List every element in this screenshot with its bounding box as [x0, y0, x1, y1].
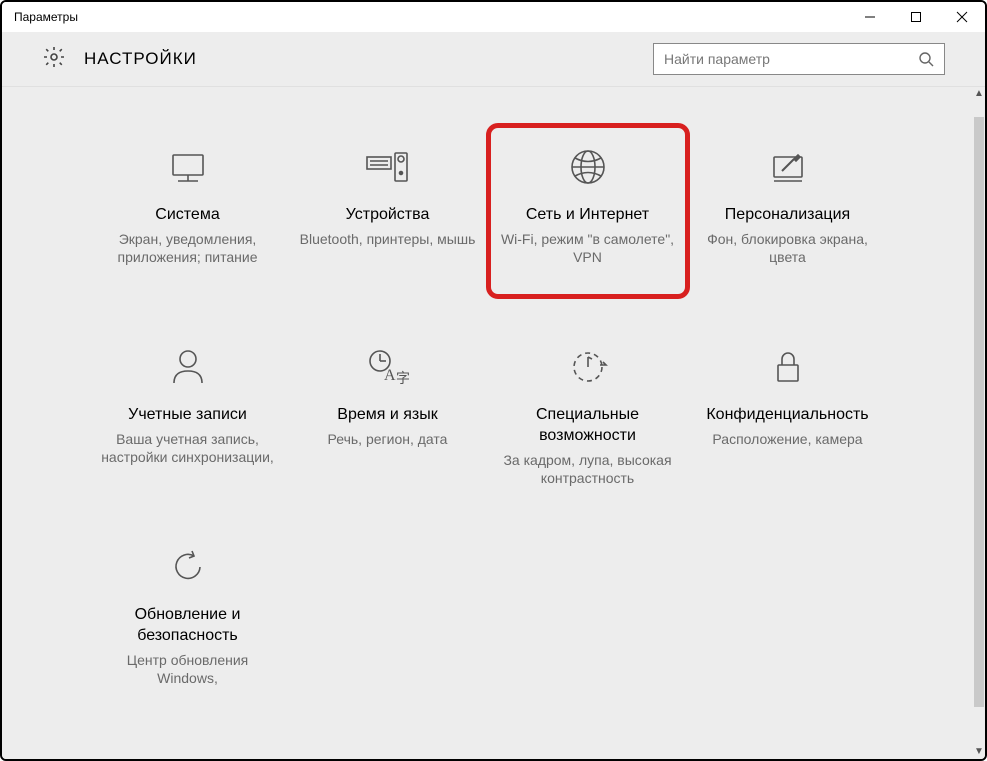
tile-title: Персонализация: [725, 205, 850, 226]
tile-title: Специальные возможности: [496, 405, 680, 447]
svg-text:A: A: [384, 367, 396, 384]
tile-title: Сеть и Интернет: [526, 205, 649, 226]
search-box[interactable]: [653, 43, 945, 75]
maximize-button[interactable]: [893, 2, 939, 31]
tile-title: Обновление и безопасность: [96, 605, 280, 647]
clock-lang-icon: A 字: [362, 337, 414, 397]
scroll-down-icon[interactable]: ▼: [973, 745, 985, 759]
header-left: НАСТРОЙКИ: [42, 45, 197, 74]
tile-desc: Расположение, камера: [712, 430, 862, 448]
devices-icon: [361, 137, 415, 197]
ease-icon: [564, 337, 612, 397]
window-controls: [847, 2, 985, 31]
tile-update[interactable]: Обновление и безопасность Центр обновлен…: [88, 527, 288, 717]
tile-personalization[interactable]: Персонализация Фон, блокировка экрана, ц…: [688, 127, 888, 317]
person-icon: [164, 337, 212, 397]
page-title: НАСТРОЙКИ: [84, 49, 197, 69]
tile-desc: Экран, уведомления, приложения; питание: [96, 230, 280, 266]
gear-icon: [42, 45, 66, 74]
titlebar: Параметры: [2, 2, 985, 32]
tile-desc: За кадром, лупа, высокая контрастность: [496, 451, 680, 487]
tile-desc: Речь, регион, дата: [328, 430, 448, 448]
tile-ease[interactable]: Специальные возможности За кадром, лупа,…: [488, 327, 688, 517]
tile-network[interactable]: Сеть и Интернет Wi-Fi, режим "в самолете…: [488, 127, 688, 317]
search-input[interactable]: [654, 44, 908, 74]
refresh-icon: [164, 537, 212, 597]
minimize-button[interactable]: [847, 2, 893, 31]
tile-title: Конфиденциальность: [706, 405, 868, 426]
globe-icon: [564, 137, 612, 197]
tile-title: Система: [155, 205, 219, 226]
tile-desc: Wi-Fi, режим "в самолете", VPN: [496, 230, 680, 266]
window-title: Параметры: [2, 10, 78, 24]
tile-title: Учетные записи: [128, 405, 247, 426]
tile-devices[interactable]: Устройства Bluetooth, принтеры, мышь: [288, 127, 488, 317]
tile-privacy[interactable]: Конфиденциальность Расположение, камера: [688, 327, 888, 517]
scroll-thumb[interactable]: [974, 117, 984, 707]
settings-window: Параметры НАСТРОЙКИ: [0, 0, 987, 761]
search-icon[interactable]: [908, 44, 944, 74]
tile-desc: Ваша учетная запись, настройки синхрониз…: [96, 430, 280, 466]
svg-text:字: 字: [396, 371, 410, 387]
tile-title: Время и язык: [337, 405, 437, 426]
tile-timelang[interactable]: A 字 Время и язык Речь, регион, дата: [288, 327, 488, 517]
tile-desc: Фон, блокировка экрана, цвета: [696, 230, 880, 266]
tile-accounts[interactable]: Учетные записи Ваша учетная запись, наст…: [88, 327, 288, 517]
content-area: Система Экран, уведомления, приложения; …: [2, 87, 973, 759]
tile-desc: Bluetooth, принтеры, мышь: [300, 230, 476, 248]
tile-desc: Центр обновления Windows,: [96, 651, 280, 687]
tile-system[interactable]: Система Экран, уведомления, приложения; …: [88, 127, 288, 317]
close-button[interactable]: [939, 2, 985, 31]
tile-title: Устройства: [346, 205, 430, 226]
paint-icon: [764, 137, 812, 197]
settings-grid: Система Экран, уведомления, приложения; …: [22, 127, 953, 727]
scroll-up-icon[interactable]: ▲: [973, 87, 985, 101]
scrollbar[interactable]: ▲ ▼: [973, 87, 985, 759]
header: НАСТРОЙКИ: [2, 32, 985, 87]
lock-icon: [764, 337, 812, 397]
monitor-icon: [164, 137, 212, 197]
